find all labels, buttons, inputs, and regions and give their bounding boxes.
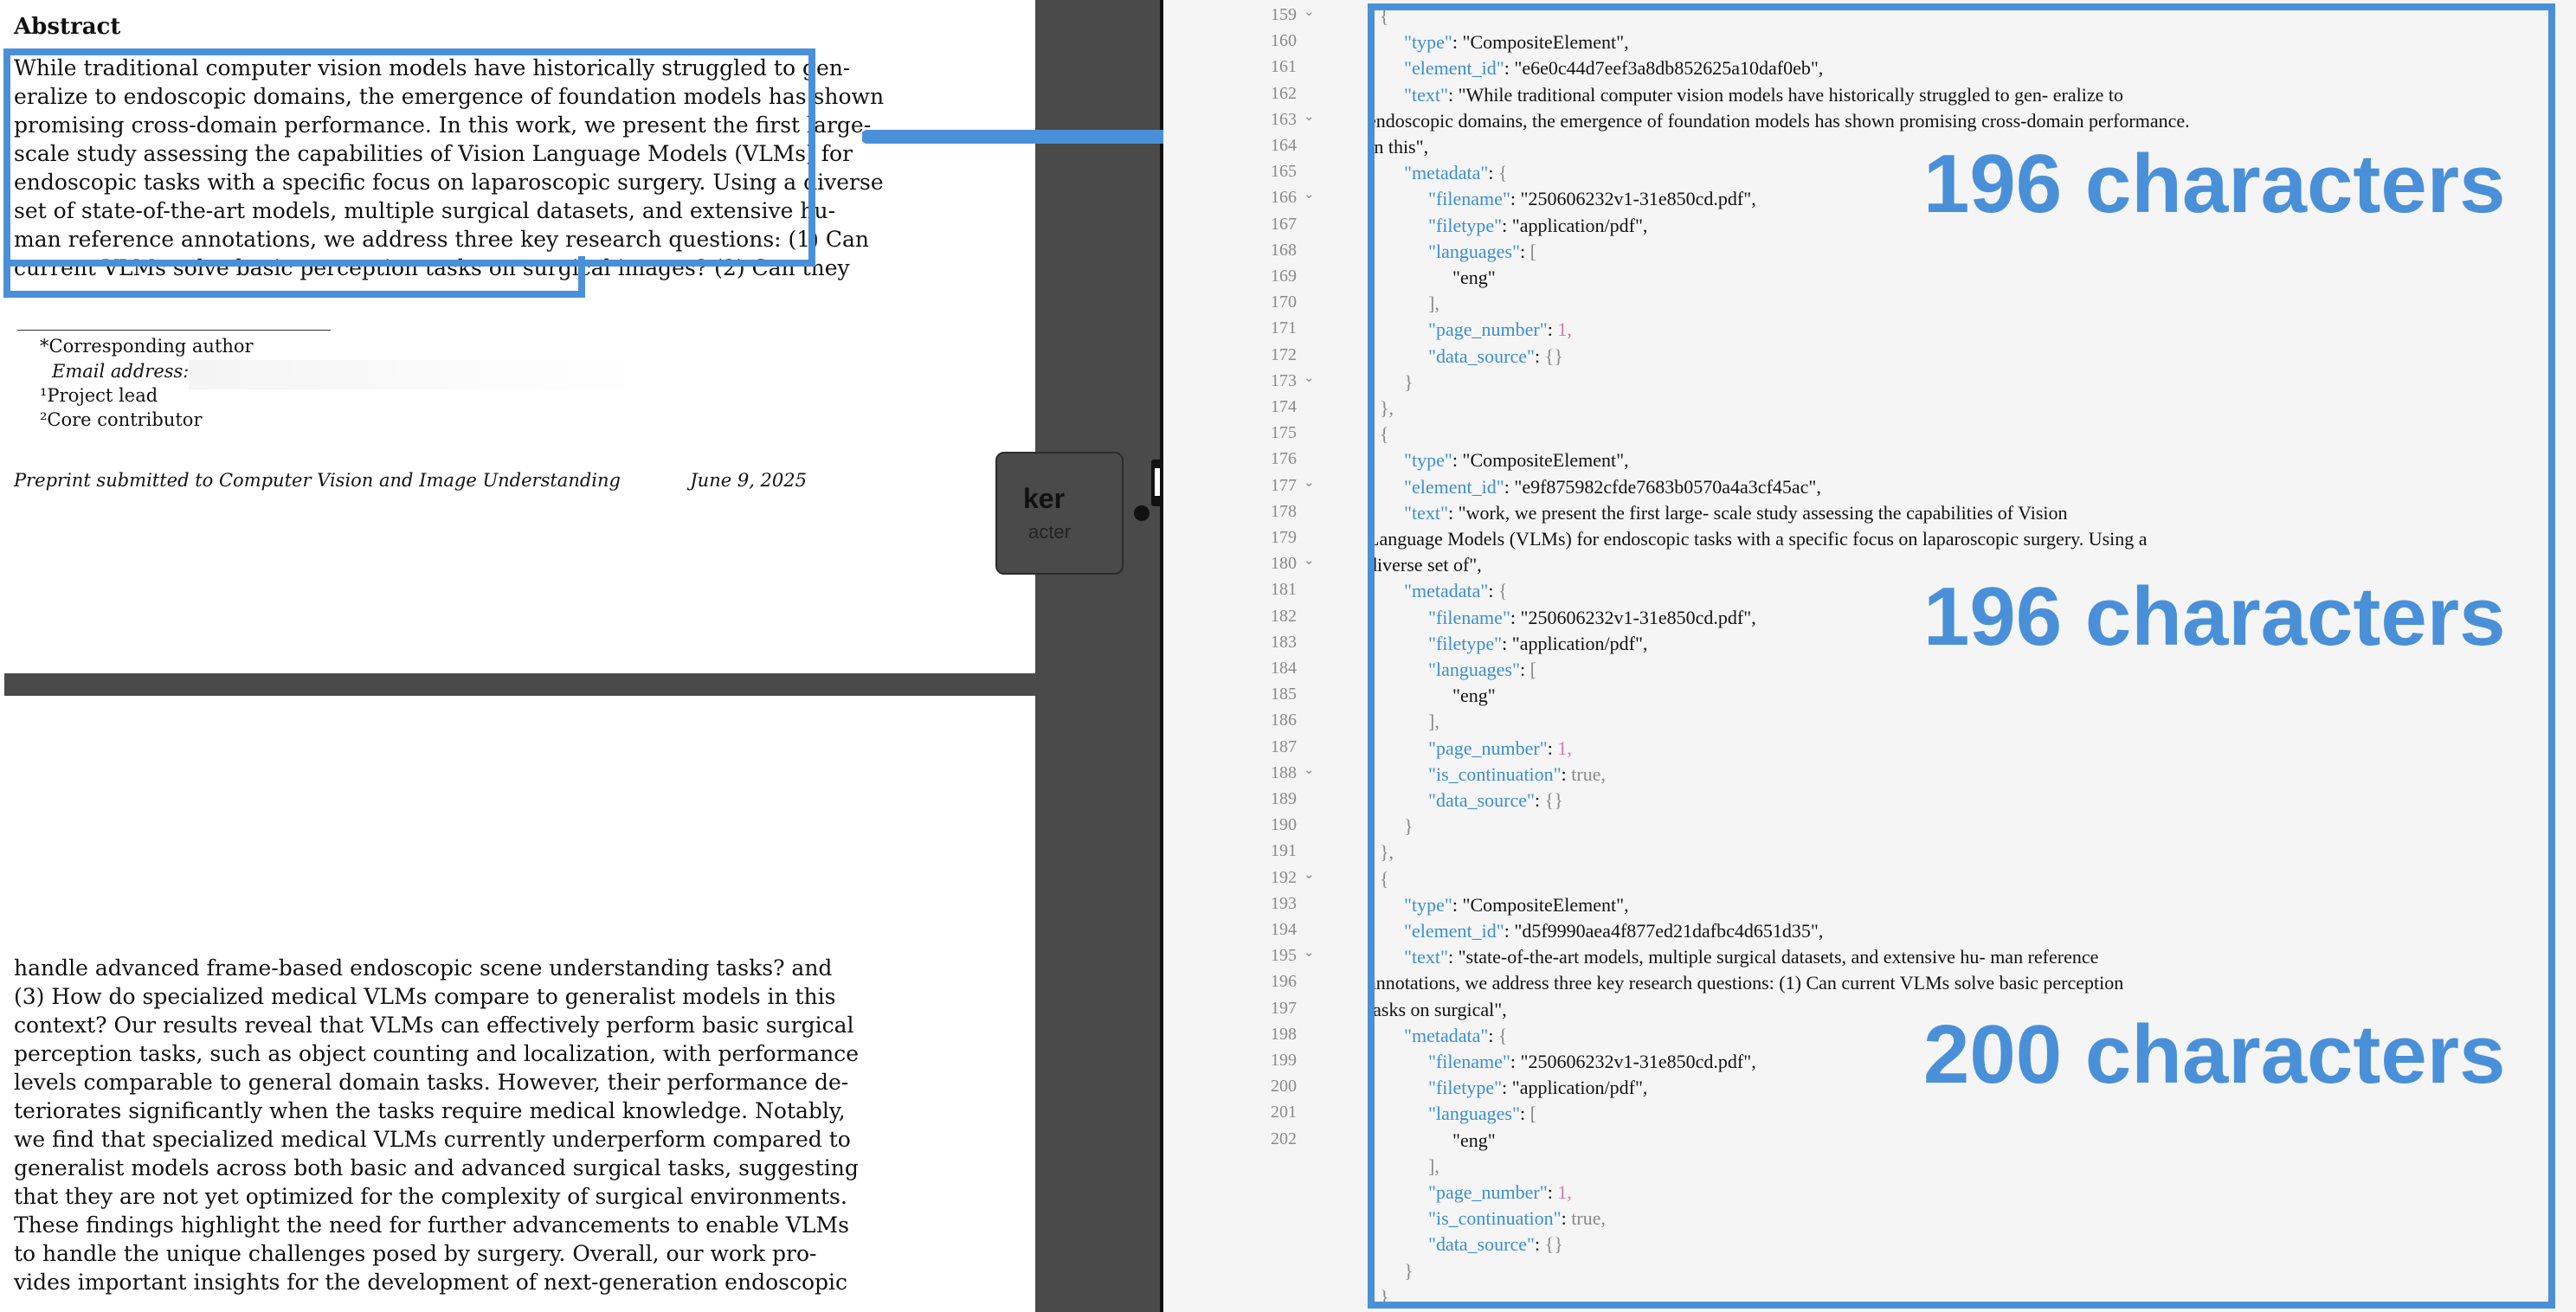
line-number: 161 bbox=[1271, 57, 1297, 77]
line-number: 182 bbox=[1271, 606, 1297, 626]
line-number: 196 bbox=[1271, 972, 1297, 992]
fold-chevron-icon[interactable]: ⌄ bbox=[1304, 944, 1315, 961]
node-title: ker bbox=[1023, 483, 1066, 514]
line-number: 164 bbox=[1271, 136, 1297, 155]
line-number: 198 bbox=[1271, 1024, 1297, 1044]
line-number: 181 bbox=[1271, 580, 1297, 600]
body-line: vides important insights for the develop… bbox=[14, 1270, 848, 1295]
line-number: 159 bbox=[1271, 5, 1297, 24]
line-number: 171 bbox=[1271, 318, 1297, 338]
highlight-box-abstract bbox=[3, 48, 815, 267]
line-number: 200 bbox=[1271, 1077, 1297, 1097]
line-number: 160 bbox=[1271, 31, 1297, 51]
line-number: 185 bbox=[1271, 685, 1297, 704]
footnote-corresponding: *Corresponding author bbox=[40, 336, 254, 357]
line-number: 175 bbox=[1271, 423, 1297, 443]
char-count-annotation: 196 characters bbox=[1923, 570, 2506, 663]
line-number: 163 bbox=[1271, 109, 1297, 129]
highlight-box-abstract-tail bbox=[3, 256, 585, 298]
node-subtitle: acter bbox=[1028, 521, 1071, 543]
fold-chevron-icon[interactable]: ⌄ bbox=[1304, 866, 1315, 883]
line-number: 165 bbox=[1271, 162, 1297, 182]
line-number: 194 bbox=[1271, 920, 1297, 939]
line-number: 177 bbox=[1271, 475, 1297, 495]
line-number: 174 bbox=[1271, 397, 1297, 416]
fold-chevron-icon[interactable]: ⌄ bbox=[1304, 108, 1315, 125]
canvas-panel bbox=[1035, 0, 1162, 1312]
line-number: 168 bbox=[1271, 240, 1297, 260]
char-count-annotation: 200 characters bbox=[1923, 1008, 2506, 1101]
line-number: 201 bbox=[1271, 1103, 1297, 1122]
line-number: 190 bbox=[1271, 815, 1297, 835]
line-number: 183 bbox=[1271, 632, 1297, 652]
line-number: 189 bbox=[1271, 789, 1297, 808]
line-number: 172 bbox=[1271, 344, 1297, 364]
line-number: 191 bbox=[1271, 841, 1297, 861]
line-number: 178 bbox=[1271, 501, 1297, 521]
fold-chevron-icon[interactable]: ⌄ bbox=[1304, 474, 1315, 491]
line-number: 188 bbox=[1271, 762, 1297, 782]
abstract-heading: Abstract bbox=[14, 14, 121, 40]
line-number: 176 bbox=[1271, 449, 1297, 469]
line-number: 199 bbox=[1271, 1051, 1297, 1070]
body-line: context? Our results reveal that VLMs ca… bbox=[14, 1013, 854, 1038]
fold-chevron-icon[interactable]: ⌄ bbox=[1304, 552, 1315, 569]
body-line: (3) How do specialized medical VLMs comp… bbox=[14, 984, 836, 1009]
footnote-rule bbox=[17, 330, 331, 331]
line-number: 187 bbox=[1271, 736, 1297, 756]
footnote-core-contributor: ²Core contributor bbox=[40, 409, 203, 430]
fold-chevron-icon[interactable]: ⌄ bbox=[1304, 370, 1315, 386]
body-line: These findings highlight the need for fu… bbox=[14, 1212, 849, 1238]
page-separator bbox=[4, 673, 1035, 696]
body-line: perception tasks, such as object countin… bbox=[14, 1041, 860, 1066]
fold-chevron-icon[interactable]: ⌄ bbox=[1304, 762, 1315, 778]
redacted-email bbox=[189, 360, 642, 389]
line-number: 166 bbox=[1271, 188, 1297, 208]
footnote-email-label: Email address: bbox=[52, 361, 190, 382]
fold-chevron-icon[interactable]: ⌄ bbox=[1304, 3, 1315, 20]
char-count-annotation: 196 characters bbox=[1923, 138, 2506, 230]
body-line: levels comparable to general domain task… bbox=[14, 1070, 849, 1095]
line-number: 170 bbox=[1271, 293, 1297, 312]
body-line: to handle the unique challenges posed by… bbox=[14, 1241, 817, 1266]
line-number: 184 bbox=[1271, 659, 1297, 678]
line-number: 192 bbox=[1271, 867, 1297, 887]
line-number: 180 bbox=[1271, 554, 1297, 574]
footer-date: June 9, 2025 bbox=[690, 470, 807, 491]
chunker-node[interactable]: ker acter bbox=[995, 452, 1124, 575]
node-output-port[interactable] bbox=[1134, 505, 1150, 521]
line-number: 186 bbox=[1271, 711, 1297, 730]
line-number: 193 bbox=[1271, 893, 1297, 913]
fold-chevron-icon[interactable]: ⌄ bbox=[1304, 186, 1315, 203]
line-number: 179 bbox=[1271, 528, 1297, 547]
body-line: generalist models across both basic and … bbox=[14, 1155, 859, 1180]
line-number: 167 bbox=[1271, 214, 1297, 234]
line-number: 202 bbox=[1271, 1129, 1297, 1148]
footer-journal: Preprint submitted to Computer Vision an… bbox=[14, 470, 621, 491]
footnote-project-lead: ¹Project lead bbox=[40, 385, 158, 406]
body-line: teriorates significantly when the tasks … bbox=[14, 1098, 846, 1123]
line-number: 195 bbox=[1271, 946, 1297, 966]
body-line: handle advanced frame-based endoscopic s… bbox=[14, 955, 833, 981]
line-number: 197 bbox=[1271, 998, 1297, 1018]
line-number: 169 bbox=[1271, 267, 1297, 286]
resize-handle-grip-icon bbox=[1155, 468, 1160, 496]
body-line: we find that specialized medical VLMs cu… bbox=[14, 1127, 851, 1152]
pdf-page-2: handle advanced frame-based endoscopic s… bbox=[0, 696, 1035, 1312]
line-number: 173 bbox=[1271, 370, 1297, 390]
line-number: 162 bbox=[1271, 83, 1297, 103]
body-line: that they are not yet optimized for the … bbox=[14, 1184, 847, 1209]
